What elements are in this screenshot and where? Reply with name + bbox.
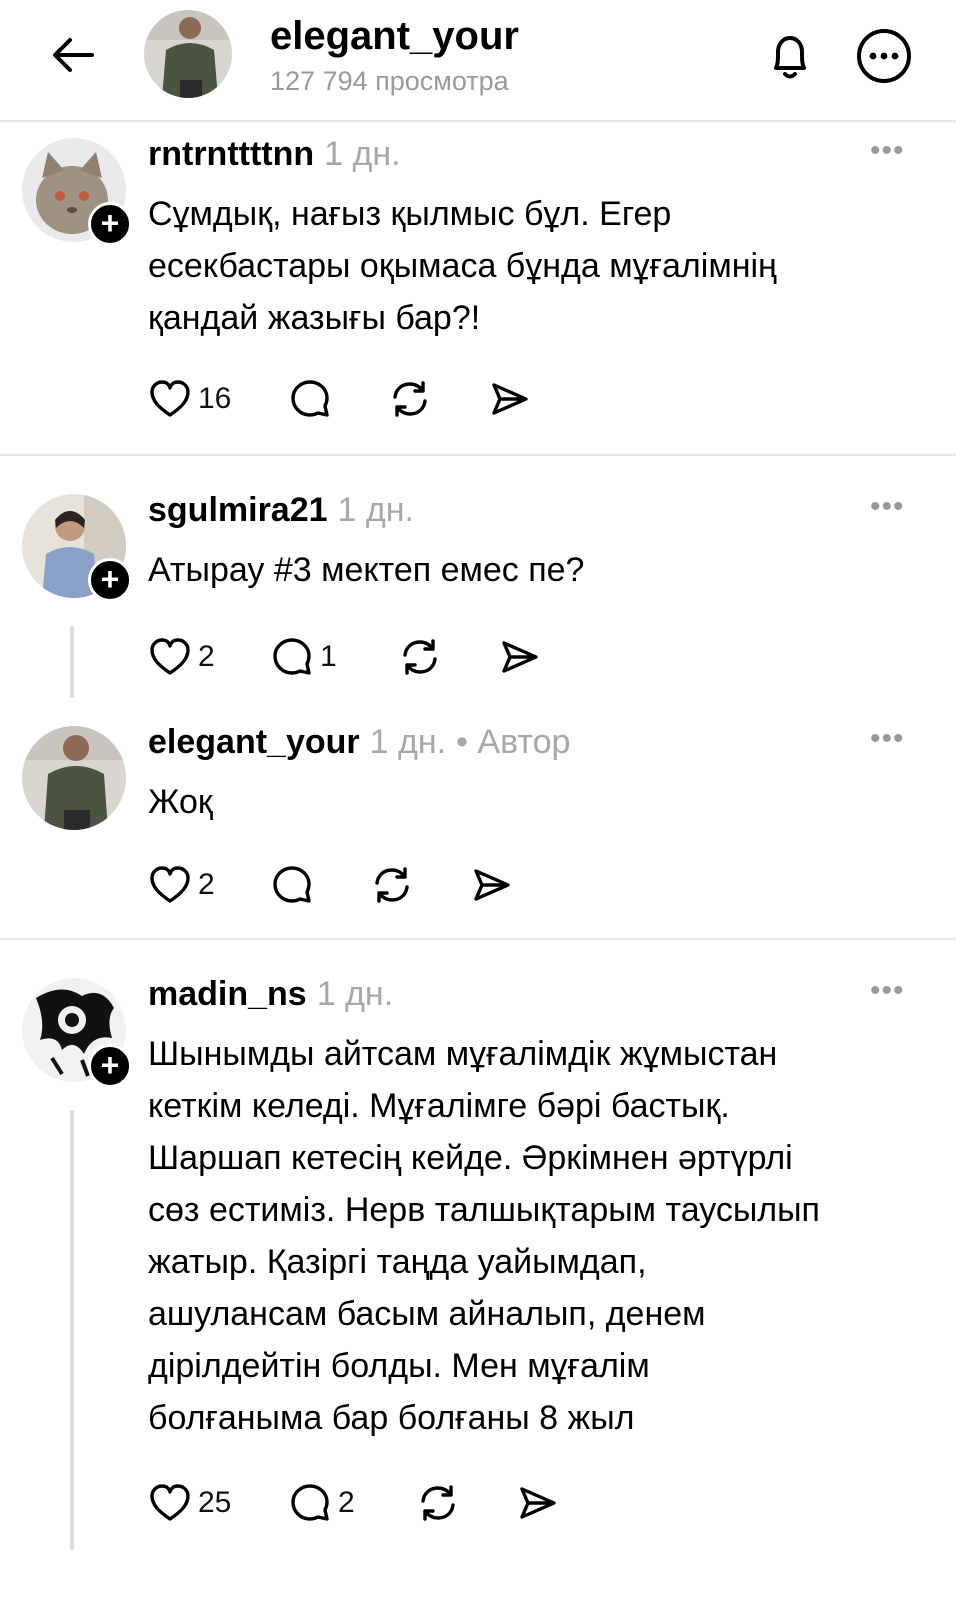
like-button[interactable]: 16 — [148, 374, 231, 424]
follow-plus-icon[interactable]: + — [88, 202, 132, 246]
timestamp: 1 дн. — [337, 491, 414, 529]
comment-bubble-icon — [273, 866, 311, 903]
repost-icon — [375, 867, 409, 903]
comment-text: Шынымды айтсам мұғалімдік жұмыстан кеткі… — [148, 1035, 820, 1437]
comment-header: madin_ns 1 дн. — [148, 975, 393, 1014]
username[interactable]: sgulmira21 — [148, 491, 328, 529]
thread-line — [70, 626, 74, 698]
comment-bubble-icon — [291, 380, 329, 417]
author-badge: • Автор — [456, 723, 571, 761]
repost-button[interactable] — [398, 632, 442, 682]
reply-count: 1 — [320, 640, 337, 673]
send-icon — [492, 383, 528, 415]
username[interactable]: elegant_your — [148, 723, 360, 761]
top-bar: elegant_your 127 794 просмотра — [0, 0, 956, 122]
like-count: 16 — [198, 382, 232, 415]
timestamp: 1 дн. — [316, 975, 394, 1013]
divider — [0, 938, 956, 940]
comment-header: rntrnttttnn 1 дн. — [148, 135, 401, 174]
comment-text: Жоқ — [148, 783, 213, 821]
comment-more-icon[interactable]: ••• — [870, 490, 905, 524]
like-button[interactable]: 25 — [148, 1478, 231, 1528]
comment-text: Атырау #3 мектеп емес пе? — [148, 551, 585, 589]
bell-icon[interactable] — [762, 28, 818, 84]
send-icon — [502, 641, 538, 673]
username[interactable]: rntrnttttnn — [148, 135, 314, 173]
send-icon — [474, 869, 510, 901]
reply-button[interactable]: 2 — [288, 1478, 355, 1528]
share-button[interactable] — [498, 632, 542, 682]
repost-icon — [421, 1485, 455, 1521]
like-count: 25 — [198, 1486, 232, 1519]
follow-plus-icon[interactable]: + — [88, 558, 132, 602]
comment-bubble-icon — [291, 1484, 329, 1521]
repost-icon — [393, 381, 427, 417]
repost-button[interactable] — [416, 1478, 460, 1528]
comment-text: Сұмдық, нағыз қылмыс бұл. Егер есекбаста… — [148, 195, 777, 337]
timestamp: 1 дн. — [369, 723, 447, 761]
reply-count: 2 — [338, 1486, 355, 1519]
comment-header: sgulmira21 1 дн. — [148, 491, 414, 530]
comment-more-icon[interactable]: ••• — [870, 974, 905, 1008]
author-avatar[interactable] — [144, 10, 232, 98]
reply-button[interactable]: 1 — [270, 632, 337, 682]
like-button[interactable]: 2 — [148, 860, 215, 910]
more-options-icon[interactable] — [854, 26, 914, 86]
author-name: elegant_your — [270, 14, 519, 58]
repost-icon — [403, 639, 437, 675]
heart-icon — [150, 866, 190, 903]
send-icon — [520, 1487, 556, 1519]
follow-plus-icon[interactable]: + — [88, 1044, 132, 1088]
like-button[interactable]: 2 — [148, 632, 215, 682]
divider — [0, 454, 956, 456]
comment-more-icon[interactable]: ••• — [870, 722, 905, 756]
comment-bubble-icon — [273, 638, 311, 675]
user-avatar[interactable] — [22, 726, 126, 830]
reply-button[interactable] — [288, 374, 332, 424]
back-arrow-icon[interactable] — [48, 30, 98, 80]
reply-button[interactable] — [270, 860, 314, 910]
share-button[interactable] — [470, 860, 514, 910]
comment-more-icon[interactable]: ••• — [870, 134, 905, 168]
heart-icon — [150, 380, 190, 417]
view-count: 127 794 просмотра — [270, 66, 509, 96]
comment-header: elegant_your 1 дн. • Автор — [148, 723, 570, 762]
username[interactable]: madin_ns — [148, 975, 307, 1013]
heart-icon — [150, 1484, 190, 1521]
like-count: 2 — [198, 640, 215, 673]
timestamp: 1 дн. — [324, 135, 401, 173]
like-count: 2 — [198, 868, 215, 901]
repost-button[interactable] — [388, 374, 432, 424]
share-button[interactable] — [516, 1478, 560, 1528]
thread-line — [70, 1110, 74, 1550]
heart-icon — [150, 638, 190, 675]
share-button[interactable] — [488, 374, 532, 424]
repost-button[interactable] — [370, 860, 414, 910]
